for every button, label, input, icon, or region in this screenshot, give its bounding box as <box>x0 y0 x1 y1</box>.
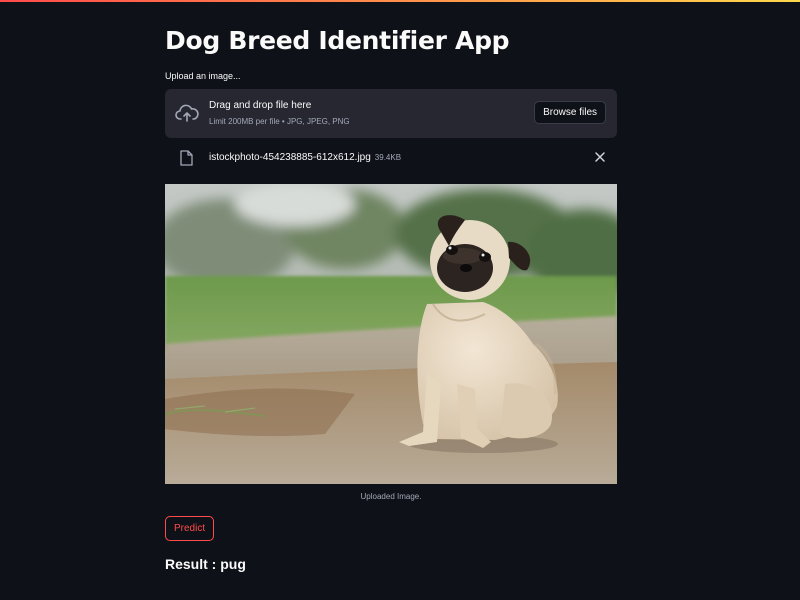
uploaded-image <box>165 184 617 484</box>
file-dropzone[interactable]: Drag and drop file here Limit 200MB per … <box>165 89 617 138</box>
file-icon <box>180 150 193 166</box>
close-icon[interactable] <box>593 150 607 164</box>
header-decoration-bar <box>0 0 800 2</box>
file-size: 39.4KB <box>374 153 402 162</box>
browse-files-button[interactable]: Browse files <box>534 101 606 124</box>
predict-button[interactable]: Predict <box>165 516 215 541</box>
uploader-label: Upload an image... <box>165 71 241 81</box>
file-name: istockphoto-454238885-612x612.jpg 39.4KB <box>209 152 401 163</box>
cloud-upload-icon <box>175 104 199 122</box>
pug-photo <box>165 184 617 484</box>
file-name-text: istockphoto-454238885-612x612.jpg <box>209 152 371 163</box>
prediction-result: Result : pug <box>165 556 246 572</box>
image-caption: Uploaded Image. <box>360 492 422 501</box>
page-title: Dog Breed Identifier App <box>165 26 510 55</box>
dropzone-limit-text: Limit 200MB per file • JPG, JPEG, PNG <box>209 117 350 126</box>
dropzone-title: Drag and drop file here <box>209 100 312 111</box>
uploaded-file-row: istockphoto-454238885-612x612.jpg 39.4KB <box>165 146 617 170</box>
